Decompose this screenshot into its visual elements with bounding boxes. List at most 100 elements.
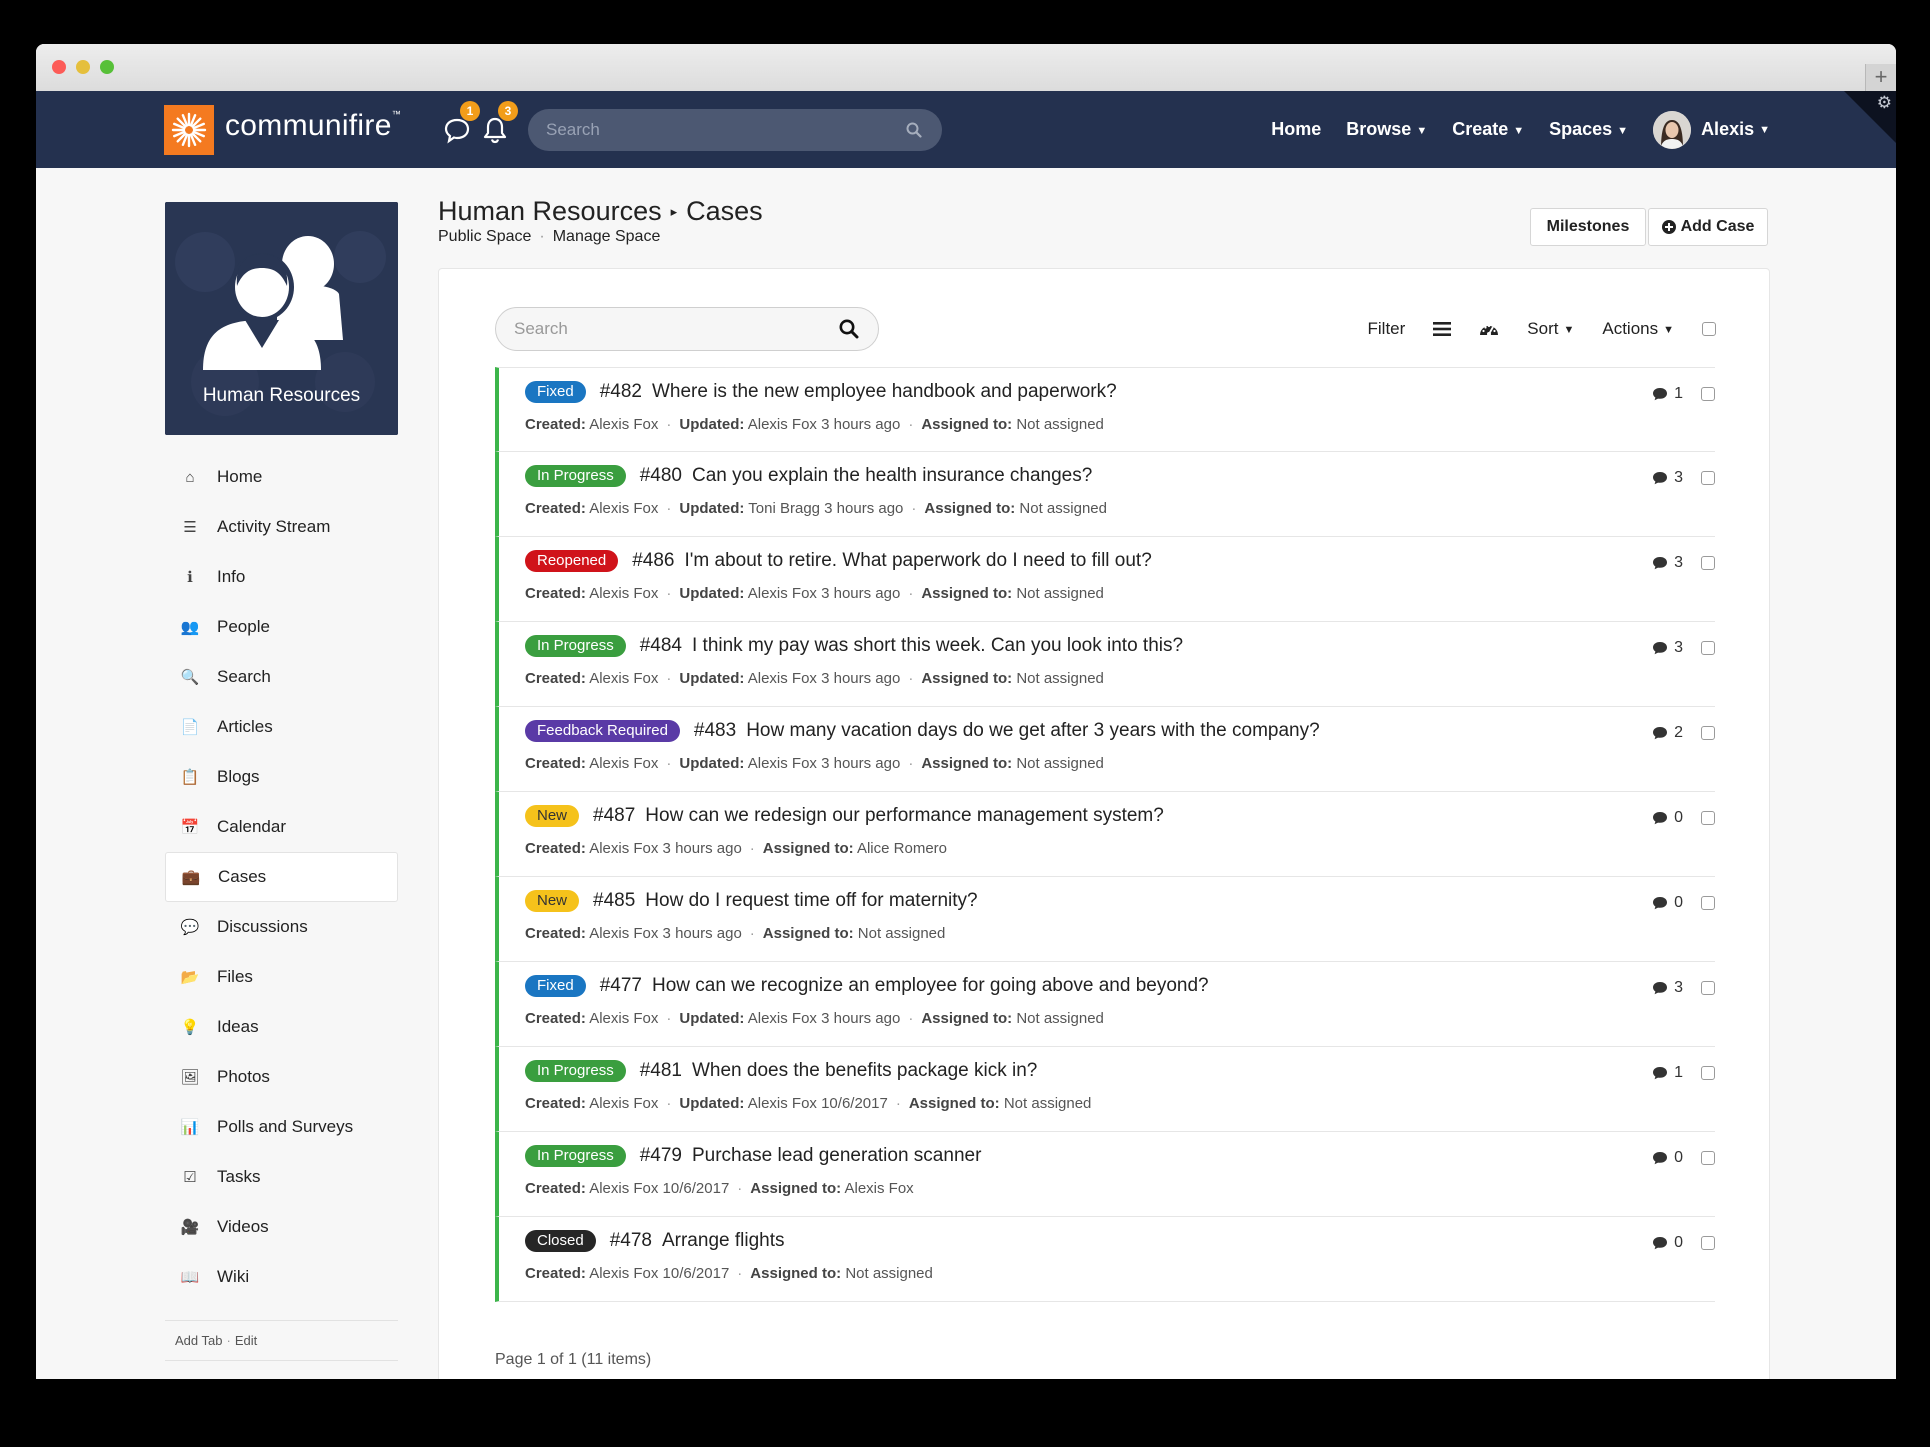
- case-title-link[interactable]: When does the benefits package kick in?: [692, 1060, 1037, 1082]
- case-number[interactable]: #485: [593, 890, 635, 912]
- status-badge[interactable]: In Progress: [525, 635, 626, 657]
- comment-count[interactable]: 1: [1652, 385, 1683, 403]
- status-badge[interactable]: Fixed: [525, 975, 586, 997]
- case-number[interactable]: #484: [640, 635, 682, 657]
- close-window-button[interactable]: [52, 60, 66, 74]
- status-badge[interactable]: In Progress: [525, 465, 626, 487]
- case-number[interactable]: #483: [694, 720, 736, 742]
- table-row[interactable]: New #487 How can we redesign our performan…: [495, 792, 1715, 877]
- comment-count[interactable]: 3: [1652, 469, 1683, 487]
- minimize-window-button[interactable]: [76, 60, 90, 74]
- global-search-input[interactable]: [528, 109, 942, 151]
- sidebar-item-files[interactable]: 📂 Files: [165, 952, 398, 1002]
- table-row[interactable]: Fixed #482 Where is the new employee handb…: [495, 367, 1715, 452]
- add-case-button[interactable]: Add Case: [1648, 208, 1768, 246]
- case-number[interactable]: #482: [600, 381, 642, 403]
- sidebar-item-blogs[interactable]: 📋 Blogs: [165, 752, 398, 802]
- status-badge[interactable]: Reopened: [525, 550, 619, 572]
- search-icon[interactable]: [839, 319, 859, 339]
- status-badge[interactable]: New: [525, 890, 580, 912]
- sidebar-item-tasks[interactable]: ☑ Tasks: [165, 1152, 398, 1202]
- comment-count[interactable]: 1: [1652, 1064, 1683, 1082]
- filter-button[interactable]: Filter: [1368, 319, 1406, 339]
- case-title-link[interactable]: How many vacation days do we get after 3…: [746, 720, 1319, 742]
- comment-count[interactable]: 3: [1652, 554, 1683, 572]
- case-number[interactable]: #480: [640, 465, 682, 487]
- row-checkbox[interactable]: [1701, 811, 1715, 825]
- edit-link[interactable]: Edit: [235, 1333, 257, 1348]
- sidebar-item-articles[interactable]: 📄 Articles: [165, 702, 398, 752]
- sidebar-item-photos[interactable]: 🖼 Photos: [165, 1052, 398, 1102]
- actions-menu[interactable]: Actions ▼: [1602, 319, 1674, 339]
- status-badge[interactable]: Closed: [525, 1230, 596, 1252]
- zoom-window-button[interactable]: [100, 60, 114, 74]
- case-title-link[interactable]: How do I request time off for maternity?: [645, 890, 977, 912]
- table-row[interactable]: Feedback Required #483 How many vacation d…: [495, 707, 1715, 792]
- comment-count[interactable]: 2: [1652, 724, 1683, 742]
- table-row[interactable]: Reopened #486 I'm about to retire. What pa…: [495, 537, 1715, 622]
- dashboard-icon[interactable]: [1479, 321, 1499, 337]
- case-title-link[interactable]: Can you explain the health insurance cha…: [692, 465, 1092, 487]
- table-row[interactable]: In Progress #481 When does the benefits pa…: [495, 1047, 1715, 1132]
- row-checkbox[interactable]: [1701, 1066, 1715, 1080]
- case-title-link[interactable]: How can we redesign our performance mana…: [645, 805, 1164, 827]
- add-tab-link[interactable]: Add Tab: [175, 1333, 222, 1348]
- row-checkbox[interactable]: [1701, 896, 1715, 910]
- status-badge[interactable]: Fixed: [525, 381, 586, 403]
- sidebar-item-people[interactable]: 👥 People: [165, 602, 398, 652]
- table-row[interactable]: In Progress #480 Can you explain the healt…: [495, 452, 1715, 537]
- status-badge[interactable]: In Progress: [525, 1145, 626, 1167]
- row-checkbox[interactable]: [1701, 641, 1715, 655]
- table-row[interactable]: Closed #478 Arrange flights Created: Alexis…: [495, 1217, 1715, 1302]
- table-row[interactable]: New #485 How do I request time off for mat…: [495, 877, 1715, 962]
- case-number[interactable]: #477: [600, 975, 642, 997]
- brand-name[interactable]: communifire™: [225, 109, 401, 143]
- row-checkbox[interactable]: [1701, 387, 1715, 401]
- row-checkbox[interactable]: [1701, 981, 1715, 995]
- nav-spaces-menu[interactable]: Spaces ▼: [1549, 119, 1628, 140]
- brand-logo[interactable]: [164, 105, 214, 155]
- case-title-link[interactable]: I think my pay was short this week. Can …: [692, 635, 1183, 657]
- case-title-link[interactable]: Purchase lead generation scanner: [692, 1145, 981, 1167]
- user-menu[interactable]: Alexis ▼: [1653, 110, 1770, 149]
- milestones-button[interactable]: Milestones: [1530, 208, 1646, 246]
- row-checkbox[interactable]: [1701, 1151, 1715, 1165]
- notifications-button[interactable]: 3: [480, 101, 518, 147]
- table-row[interactable]: In Progress #484 I think my pay was short …: [495, 622, 1715, 707]
- case-title-link[interactable]: How can we recognize an employee for goi…: [652, 975, 1209, 997]
- sidebar-item-discussions[interactable]: 💬 Discussions: [165, 902, 398, 952]
- nav-home-link[interactable]: Home: [1271, 119, 1321, 140]
- case-title-link[interactable]: Arrange flights: [662, 1230, 785, 1252]
- case-number[interactable]: #486: [632, 550, 674, 572]
- sidebar-item-search[interactable]: 🔍 Search: [165, 652, 398, 702]
- manage-space-link[interactable]: Manage Space: [553, 228, 661, 245]
- row-checkbox[interactable]: [1701, 726, 1715, 740]
- comment-count[interactable]: 3: [1652, 639, 1683, 657]
- sidebar-item-wiki[interactable]: 📖 Wiki: [165, 1252, 398, 1302]
- sidebar-item-info[interactable]: ℹ Info: [165, 552, 398, 602]
- comment-count[interactable]: 3: [1652, 979, 1683, 997]
- sidebar-item-ideas[interactable]: 💡 Ideas: [165, 1002, 398, 1052]
- comment-count[interactable]: 0: [1652, 809, 1683, 827]
- new-tab-button[interactable]: +: [1865, 64, 1896, 91]
- list-view-icon[interactable]: [1433, 321, 1452, 337]
- select-all-checkbox[interactable]: [1702, 322, 1716, 336]
- space-tile[interactable]: Human Resources: [165, 202, 398, 435]
- comment-count[interactable]: 0: [1652, 1234, 1683, 1252]
- sidebar-item-calendar[interactable]: 📅 Calendar: [165, 802, 398, 852]
- sidebar-item-cases[interactable]: 💼 Cases: [165, 852, 398, 902]
- comment-count[interactable]: 0: [1652, 894, 1683, 912]
- case-number[interactable]: #478: [610, 1230, 652, 1252]
- sidebar-item-activity-stream[interactable]: ☰ Activity Stream: [165, 502, 398, 552]
- case-number[interactable]: #481: [640, 1060, 682, 1082]
- cases-search-input[interactable]: [495, 307, 879, 351]
- table-row[interactable]: Fixed #477 How can we recognize an employe…: [495, 962, 1715, 1047]
- status-badge[interactable]: New: [525, 805, 580, 827]
- sidebar-item-videos[interactable]: 🎥 Videos: [165, 1202, 398, 1252]
- comment-count[interactable]: 0: [1652, 1149, 1683, 1167]
- row-checkbox[interactable]: [1701, 1236, 1715, 1250]
- status-badge[interactable]: In Progress: [525, 1060, 626, 1082]
- nav-browse-menu[interactable]: Browse ▼: [1346, 119, 1427, 140]
- messages-button[interactable]: 1: [442, 101, 480, 147]
- row-checkbox[interactable]: [1701, 471, 1715, 485]
